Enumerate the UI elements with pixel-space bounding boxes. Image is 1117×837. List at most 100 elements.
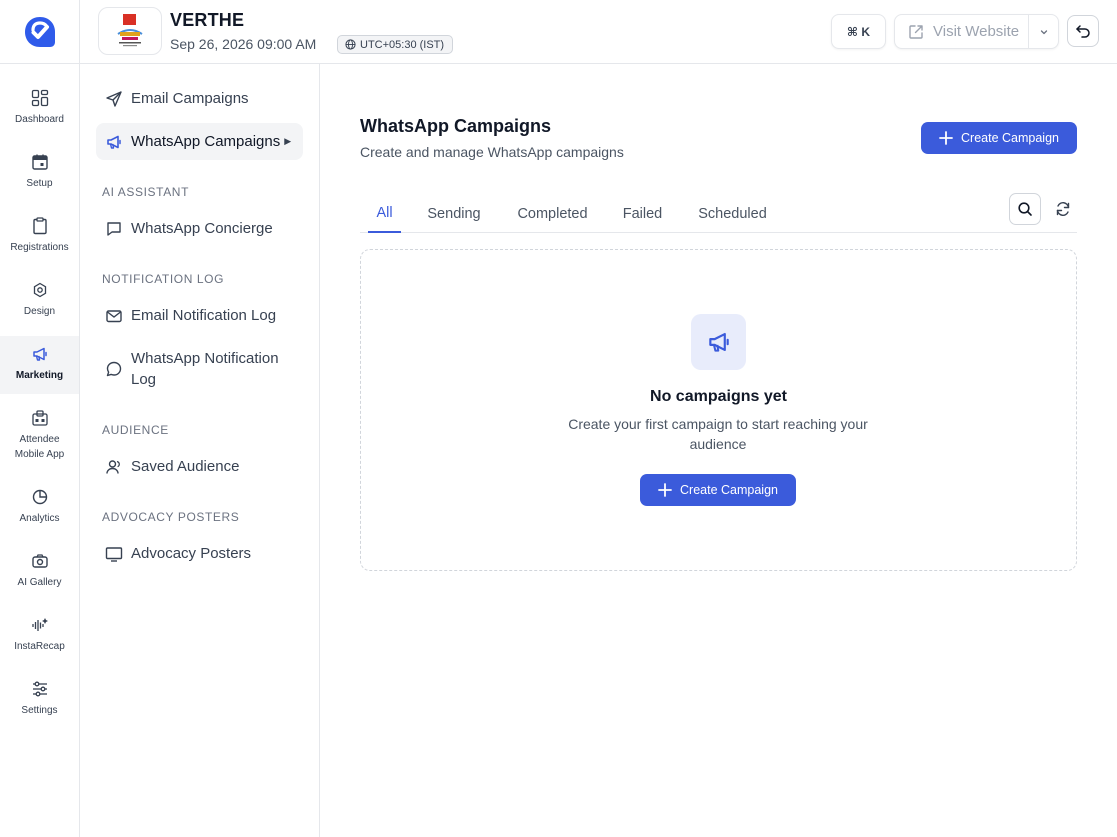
event-date: Sep 26, 2026 09:00 AM bbox=[170, 36, 317, 52]
tab-sending[interactable]: Sending bbox=[421, 195, 487, 233]
tab-failed[interactable]: Failed bbox=[617, 195, 668, 233]
rail-label-dashboard: Dashboard bbox=[15, 114, 64, 125]
app-logo-icon bbox=[24, 17, 55, 47]
tab-all[interactable]: All bbox=[368, 195, 401, 233]
tab-completed[interactable]: Completed bbox=[510, 195, 595, 233]
empty-state-create-campaign-label: Create Campaign bbox=[680, 483, 778, 497]
audio-wave-icon bbox=[31, 618, 48, 631]
rail-item-setup[interactable]: Setup bbox=[0, 144, 79, 202]
subnav-heading-ai-assistant: AI ASSISTANT bbox=[102, 185, 189, 199]
subnav-item-email-notification-log[interactable]: Email Notification Log bbox=[96, 297, 303, 334]
undo-icon bbox=[1076, 25, 1090, 38]
subnav-heading-audience: AUDIENCE bbox=[102, 423, 169, 437]
empty-state-panel bbox=[360, 249, 1077, 571]
plus-icon bbox=[939, 131, 953, 145]
empty-state-create-campaign-button[interactable]: Create Campaign bbox=[640, 474, 796, 506]
globe-icon bbox=[345, 39, 356, 50]
empty-state-icon-tile bbox=[691, 314, 746, 370]
app-logo[interactable] bbox=[0, 0, 80, 64]
subnav-item-whatsapp-concierge[interactable]: WhatsApp Concierge bbox=[96, 210, 303, 247]
subnav-label-email-notification-log: Email Notification Log bbox=[131, 307, 277, 324]
calendar-icon bbox=[31, 154, 48, 170]
rail-item-attendee-mobile-app[interactable]: Attendee Mobile App bbox=[0, 400, 79, 466]
camera-icon bbox=[31, 554, 48, 568]
rail-item-marketing[interactable]: Marketing bbox=[0, 336, 79, 394]
subnav-label-whatsapp-campaigns: WhatsApp Campaigns bbox=[131, 133, 281, 150]
sliders-icon bbox=[32, 681, 47, 697]
search-button[interactable] bbox=[1009, 193, 1041, 225]
rail-label-design: Design bbox=[23, 306, 56, 317]
subnav-item-whatsapp-campaigns[interactable]: WhatsApp Campaigns ▶ bbox=[96, 123, 303, 160]
campaign-status-tabs: All Sending Completed Failed Scheduled bbox=[360, 195, 1077, 233]
label-line1: WhatsApp Notification bbox=[131, 350, 279, 367]
timezone-label: UTC+05:30 (IST) bbox=[360, 38, 445, 51]
event-logo bbox=[98, 7, 162, 55]
event-logo-image bbox=[117, 14, 143, 47]
mobile-app-icon bbox=[31, 410, 48, 426]
rail-item-instarecap[interactable]: InstaRecap bbox=[0, 607, 79, 665]
rail-label-attendee-mobile-app: Attendee Mobile App bbox=[15, 432, 64, 462]
visit-website-button-group: Visit Website bbox=[894, 14, 1059, 49]
subnav-item-advocacy-posters[interactable]: Advocacy Posters bbox=[96, 535, 303, 572]
rail-label-setup: Setup bbox=[26, 178, 53, 189]
rail-item-dashboard[interactable]: Dashboard bbox=[0, 80, 79, 138]
user-icon bbox=[105, 456, 123, 477]
design-icon bbox=[33, 282, 46, 298]
top-header: VERTHE Sep 26, 2026 09:00 AM UTC+05:30 (… bbox=[0, 0, 1117, 64]
subnav-label-whatsapp-notification-log: WhatsApp Notification Log bbox=[131, 348, 279, 390]
primary-nav-rail: Dashboard Setup Registrations Design Mar… bbox=[0, 64, 80, 837]
subnav-item-email-campaigns[interactable]: Email Campaigns bbox=[96, 80, 303, 117]
rail-item-analytics[interactable]: Analytics bbox=[0, 479, 79, 537]
caret-right-icon: ▶ bbox=[284, 136, 292, 146]
chevron-down-icon bbox=[1040, 29, 1047, 34]
rail-label-settings: Settings bbox=[21, 705, 58, 716]
visit-website-dropdown[interactable] bbox=[1028, 15, 1058, 48]
pie-chart-icon bbox=[32, 489, 47, 505]
subnav-item-whatsapp-notification-log[interactable]: WhatsApp Notification Log bbox=[96, 340, 303, 398]
create-campaign-label: Create Campaign bbox=[961, 131, 1059, 145]
rail-item-design[interactable]: Design bbox=[0, 272, 79, 330]
chat-icon bbox=[105, 218, 123, 239]
send-icon bbox=[105, 88, 123, 109]
empty-state-title: No campaigns yet bbox=[650, 388, 787, 405]
refresh-button[interactable] bbox=[1048, 193, 1078, 225]
visit-website-label: Visit Website bbox=[933, 23, 1020, 40]
rail-item-registrations[interactable]: Registrations bbox=[0, 208, 79, 266]
label-line2: Log bbox=[131, 371, 157, 388]
megaphone-icon bbox=[32, 347, 47, 361]
plus-icon bbox=[658, 483, 672, 497]
refresh-icon bbox=[1056, 202, 1070, 216]
command-palette-button[interactable]: ⌘ K bbox=[831, 14, 886, 49]
subnav-label-advocacy-posters: Advocacy Posters bbox=[131, 545, 252, 562]
megaphone-icon bbox=[708, 332, 729, 352]
subnav-label-saved-audience: Saved Audience bbox=[131, 458, 240, 475]
rail-item-ai-gallery[interactable]: AI Gallery bbox=[0, 543, 79, 601]
presentation-icon bbox=[105, 543, 123, 564]
rail-label-analytics: Analytics bbox=[19, 513, 60, 524]
create-campaign-button[interactable]: Create Campaign bbox=[921, 122, 1077, 154]
event-name: VERTHE bbox=[170, 10, 245, 30]
empty-state-text: Create your first campaign to start reac… bbox=[568, 416, 868, 452]
message-circle-icon bbox=[105, 348, 123, 390]
page-subtitle: Create and manage WhatsApp campaigns bbox=[360, 144, 624, 160]
rail-label-ai-gallery: AI Gallery bbox=[17, 577, 62, 588]
page-title: WhatsApp Campaigns bbox=[360, 116, 552, 136]
subnav-label-email-campaigns: Email Campaigns bbox=[131, 90, 249, 107]
mail-icon bbox=[105, 305, 123, 326]
subnav-label-whatsapp-concierge: WhatsApp Concierge bbox=[131, 220, 273, 237]
subnav-item-saved-audience[interactable]: Saved Audience bbox=[96, 448, 303, 485]
visit-website-button[interactable]: Visit Website bbox=[895, 15, 1028, 48]
tab-scheduled[interactable]: Scheduled bbox=[690, 195, 775, 233]
rail-label-marketing: Marketing bbox=[15, 370, 64, 381]
rail-item-settings[interactable]: Settings bbox=[0, 671, 79, 729]
clipboard-icon bbox=[32, 217, 47, 235]
search-icon bbox=[1018, 202, 1032, 216]
rail-label-registrations: Registrations bbox=[10, 242, 69, 253]
external-link-icon bbox=[909, 24, 923, 39]
subnav-heading-advocacy-posters: ADVOCACY POSTERS bbox=[102, 510, 240, 524]
dashboard-icon bbox=[31, 89, 48, 107]
rail-label-line1: Attendee bbox=[19, 434, 60, 445]
undo-button[interactable] bbox=[1067, 15, 1099, 47]
megaphone-icon bbox=[105, 131, 123, 152]
rail-label-line2: Mobile App bbox=[14, 449, 65, 460]
